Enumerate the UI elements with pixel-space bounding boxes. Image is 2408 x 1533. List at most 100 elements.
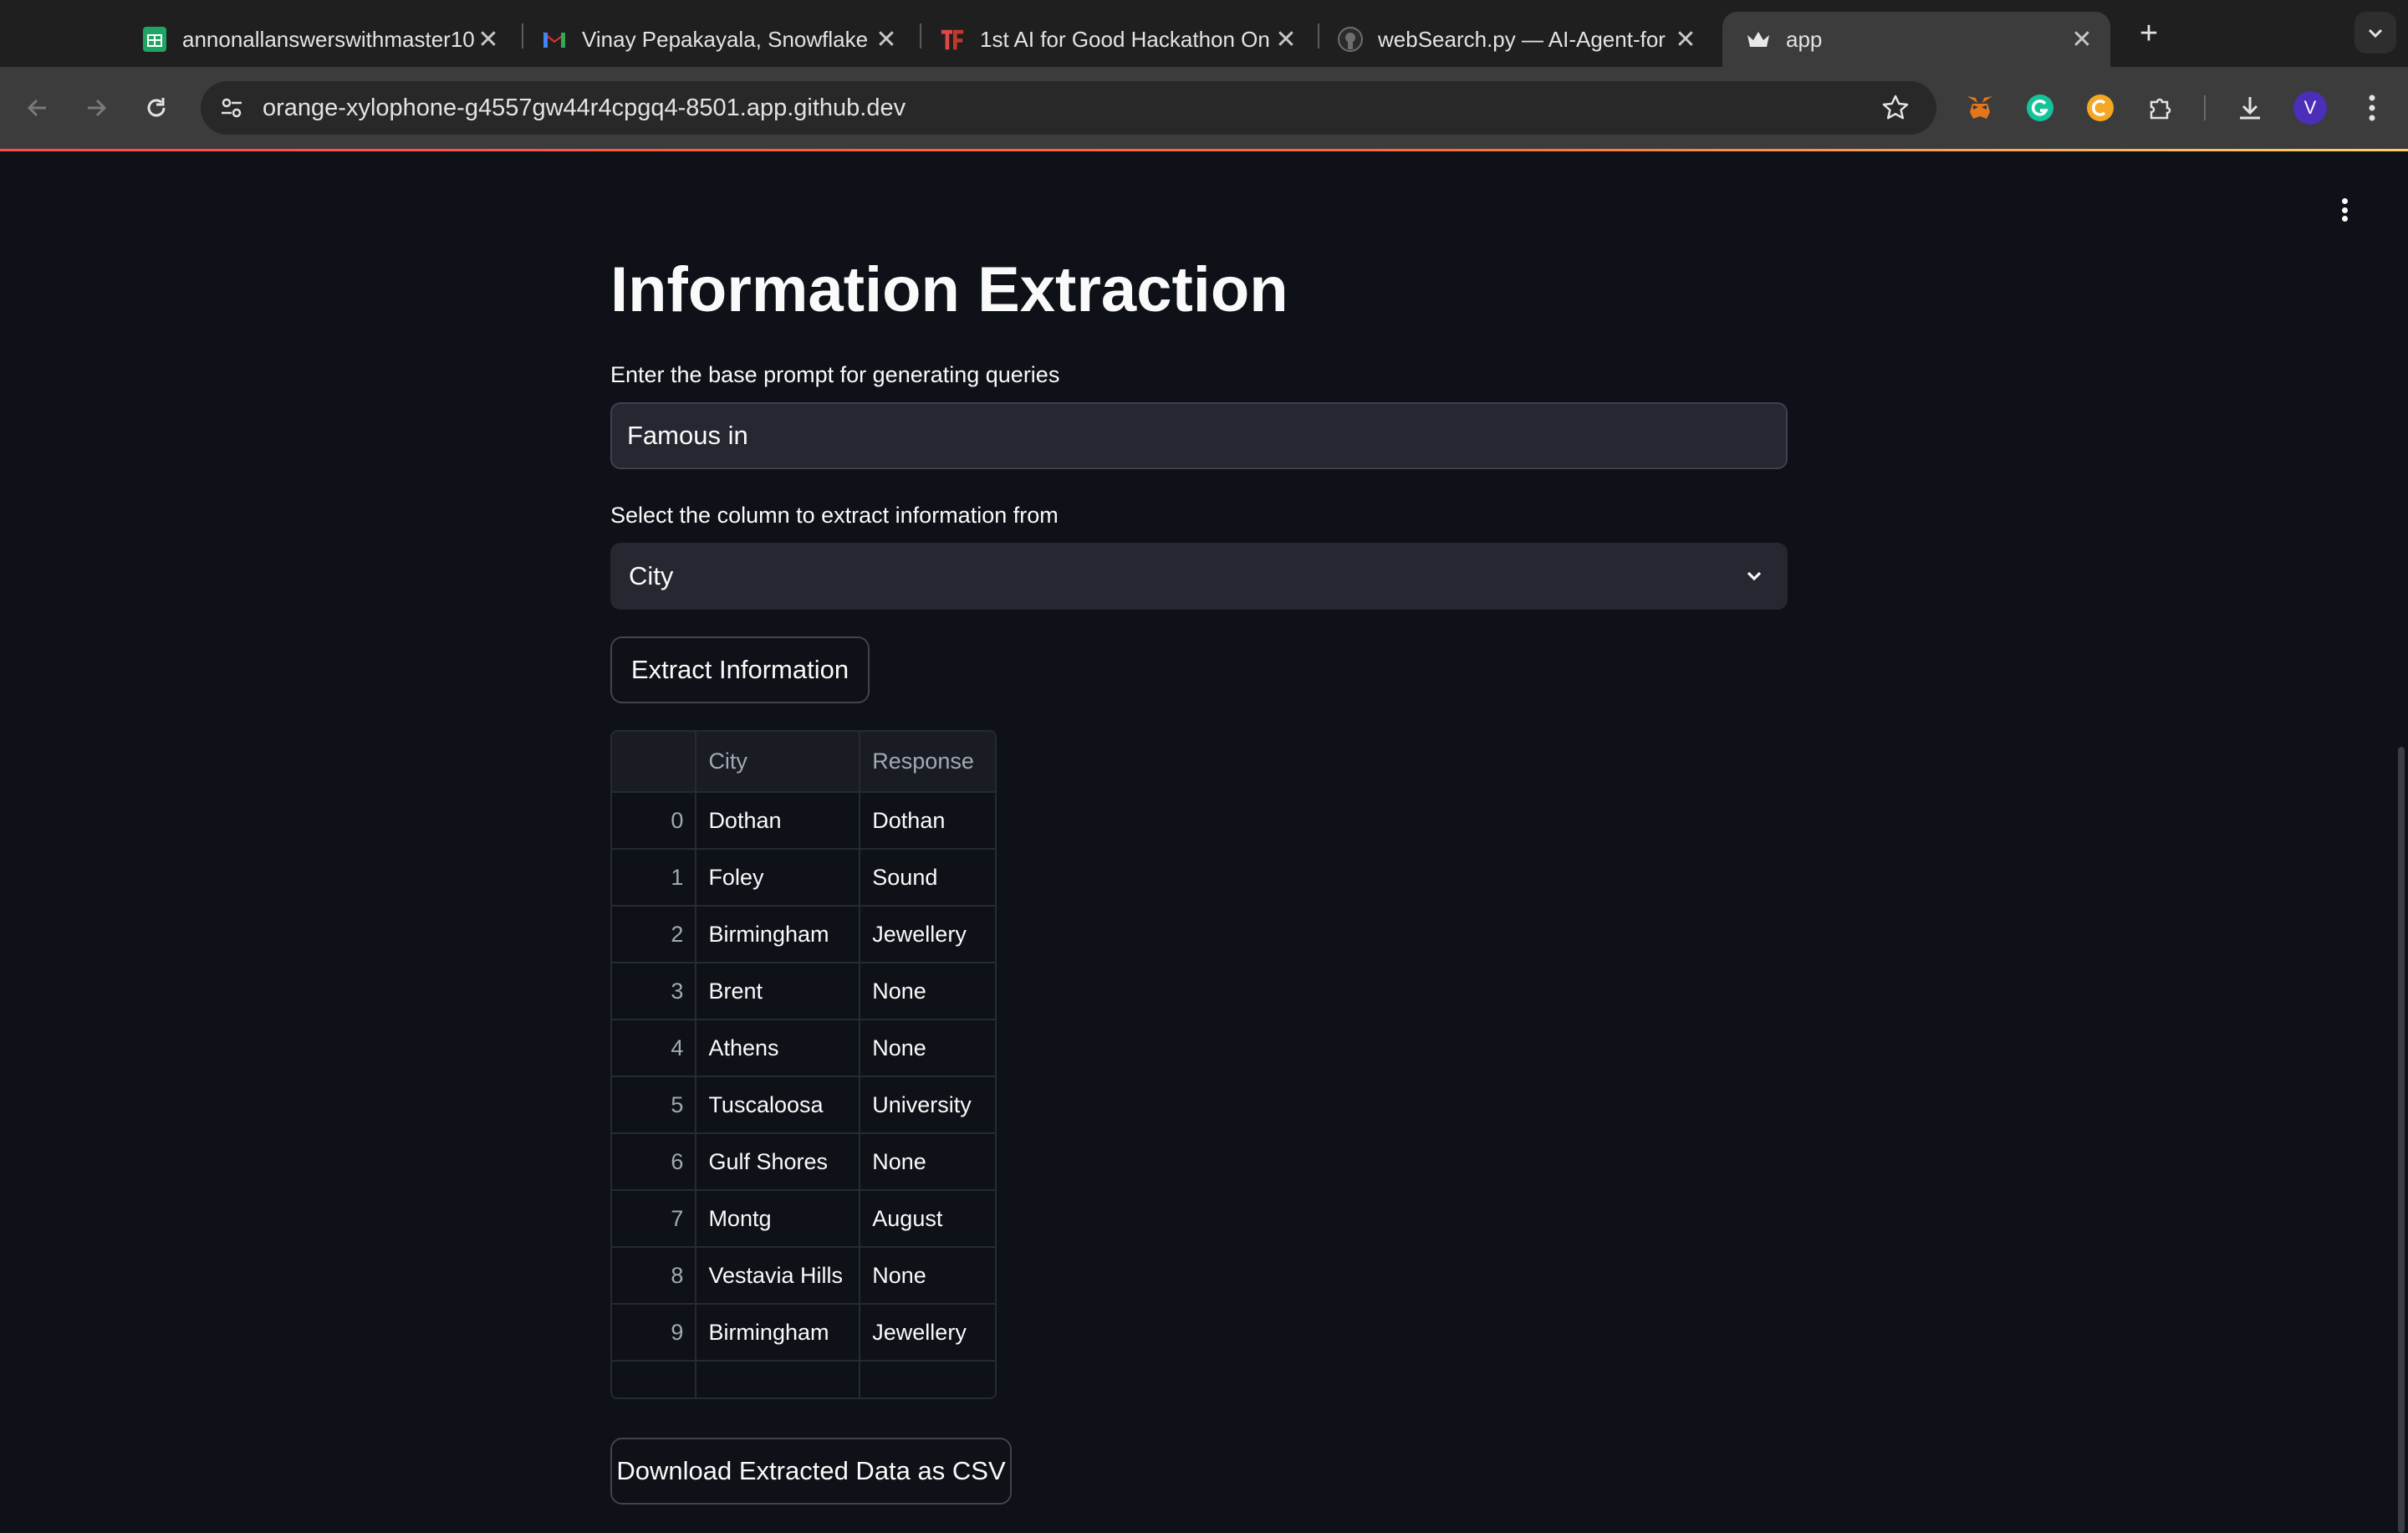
page-scrollbar[interactable]	[2398, 747, 2405, 1533]
github-icon	[1338, 27, 1363, 52]
downloads-icon[interactable]	[2231, 89, 2269, 127]
tab-sheets[interactable]: annonallanswerswithmaster10 ✕	[119, 12, 517, 67]
forward-button[interactable]	[75, 87, 117, 129]
tab-title: Vinay Pepakayala, Snowflake	[582, 26, 869, 52]
tab-title: annonallanswerswithmaster10	[182, 26, 475, 52]
row-index: 3	[612, 963, 697, 1020]
city-cell[interactable]: Athens	[696, 1019, 861, 1077]
table-row[interactable]: 7 Montg August	[612, 1190, 995, 1248]
close-tab-icon[interactable]: ✕	[1674, 25, 1697, 54]
gmail-icon	[542, 27, 567, 52]
results-dataframe[interactable]: City Response 0 Dothan Dothan 1 Foley Sound …	[610, 730, 997, 1399]
arrow-right-icon	[88, 99, 107, 117]
page-title: Information Extraction	[610, 254, 1288, 325]
response-cell[interactable]: Jewellery	[860, 1304, 995, 1362]
new-tab-button[interactable]: +	[2130, 15, 2167, 52]
extract-information-button[interactable]: Extract Information	[610, 636, 870, 703]
tab-app[interactable]: app ✕	[1722, 12, 2110, 67]
tab-gmail[interactable]: Vinay Pepakayala, Snowflake ✕	[518, 12, 915, 67]
tab-hackathon[interactable]: 1st AI for Good Hackathon On ✕	[916, 12, 1314, 67]
index-column-header[interactable]	[612, 732, 697, 793]
coupon-extension-icon[interactable]	[2081, 89, 2120, 127]
city-cell[interactable]: Birmingham	[696, 1304, 861, 1362]
browser-toolbar: orange-xylophone-g4557gw44r4cpgq4-8501.a…	[0, 67, 2408, 149]
close-tab-icon[interactable]: ✕	[1274, 25, 1298, 54]
browser-tab-strip: annonallanswerswithmaster10 ✕ Vinay Pepa…	[0, 0, 2408, 67]
response-cell[interactable]: Dothan	[860, 792, 995, 850]
avatar-initial: V	[2293, 91, 2327, 125]
table-row[interactable]: 2 Birmingham Jewellery	[612, 906, 995, 963]
chevron-down-icon	[1747, 571, 1762, 581]
response-cell[interactable]: None	[860, 1133, 995, 1191]
table-row-partial[interactable]	[612, 1361, 995, 1398]
table-row[interactable]: 8 Vestavia Hills None	[612, 1247, 995, 1305]
column-select[interactable]: City	[610, 543, 1788, 610]
table-row[interactable]: 1 Foley Sound	[612, 849, 995, 907]
row-index: 7	[612, 1190, 697, 1248]
response-cell[interactable]: August	[860, 1190, 995, 1248]
city-cell[interactable]: Foley	[696, 849, 861, 907]
reload-button[interactable]	[135, 87, 177, 129]
address-bar[interactable]: orange-xylophone-g4557gw44r4cpgq4-8501.a…	[201, 81, 1936, 135]
close-tab-icon[interactable]: ✕	[477, 25, 500, 54]
table-row[interactable]: 3 Brent None	[612, 963, 995, 1020]
prompt-label: Enter the base prompt for generating que…	[610, 362, 1060, 387]
city-cell[interactable]: Gulf Shores	[696, 1133, 861, 1191]
row-index: 6	[612, 1133, 697, 1191]
metamask-extension-icon[interactable]	[1961, 89, 1999, 127]
table-row[interactable]: 4 Athens None	[612, 1019, 995, 1077]
table-row[interactable]: 0 Dothan Dothan	[612, 792, 995, 850]
browser-menu-icon[interactable]	[2353, 89, 2391, 127]
city-cell[interactable]: Brent	[696, 963, 861, 1020]
row-index: 2	[612, 906, 697, 963]
row-index: 0	[612, 792, 697, 850]
tab-title: app	[1786, 26, 1823, 52]
response-cell[interactable]: University	[860, 1076, 995, 1134]
streamlit-crown-icon	[1746, 27, 1771, 52]
table-row[interactable]: 5 Tuscaloosa University	[612, 1076, 995, 1134]
app-main-menu-icon[interactable]	[2329, 195, 2360, 225]
profile-avatar[interactable]: V	[2291, 89, 2329, 127]
google-sheets-icon	[142, 27, 167, 52]
row-index: 5	[612, 1076, 697, 1134]
streamlit-app: Information Extraction Enter the base pr…	[0, 151, 2408, 1533]
city-cell[interactable]: Vestavia Hills	[696, 1247, 861, 1305]
close-tab-icon[interactable]: ✕	[875, 25, 898, 54]
results-table: City Response 0 Dothan Dothan 1 Foley Sound …	[612, 732, 995, 1398]
response-cell[interactable]: None	[860, 1247, 995, 1305]
hackathon-logo-icon	[940, 27, 965, 52]
back-button[interactable]	[17, 87, 59, 129]
close-tab-icon[interactable]: ✕	[2070, 25, 2094, 54]
grammarly-extension-icon[interactable]	[2021, 89, 2059, 127]
response-cell[interactable]: None	[860, 1019, 995, 1077]
tab-title: webSearch.py — AI-Agent-for	[1378, 26, 1666, 52]
city-cell[interactable]: Dothan	[696, 792, 861, 850]
response-column-header[interactable]: Response	[860, 732, 995, 793]
arrow-left-icon	[27, 99, 46, 117]
city-cell[interactable]: Birmingham	[696, 906, 861, 963]
site-info-icon[interactable]	[216, 92, 247, 124]
download-csv-button[interactable]: Download Extracted Data as CSV	[610, 1438, 1012, 1505]
row-index: 8	[612, 1247, 697, 1305]
table-row[interactable]: 9 Birmingham Jewellery	[612, 1304, 995, 1362]
response-cell[interactable]: Sound	[860, 849, 995, 907]
extensions-puzzle-icon[interactable]	[2141, 89, 2180, 127]
row-index: 4	[612, 1019, 697, 1077]
column-select-value: City	[629, 561, 674, 590]
response-cell[interactable]: Jewellery	[860, 906, 995, 963]
tab-search-button[interactable]	[2354, 12, 2396, 54]
city-cell[interactable]: Tuscaloosa	[696, 1076, 861, 1134]
prompt-input[interactable]: Famous in	[610, 402, 1788, 469]
column-select-label: Select the column to extract information…	[610, 503, 1059, 528]
row-index: 9	[612, 1304, 697, 1362]
tab-github[interactable]: webSearch.py — AI-Agent-for ✕	[1314, 12, 1714, 67]
chevron-down-icon	[2368, 28, 2383, 38]
city-cell[interactable]: Montg	[696, 1190, 861, 1248]
row-index: 1	[612, 849, 697, 907]
url-text: orange-xylophone-g4557gw44r4cpgq4-8501.a…	[263, 94, 906, 121]
city-column-header[interactable]: City	[696, 732, 861, 793]
table-row[interactable]: 6 Gulf Shores None	[612, 1133, 995, 1191]
bookmark-star-icon[interactable]	[1880, 92, 1911, 124]
response-cell[interactable]: None	[860, 963, 995, 1020]
tab-title: 1st AI for Good Hackathon On	[980, 26, 1270, 52]
